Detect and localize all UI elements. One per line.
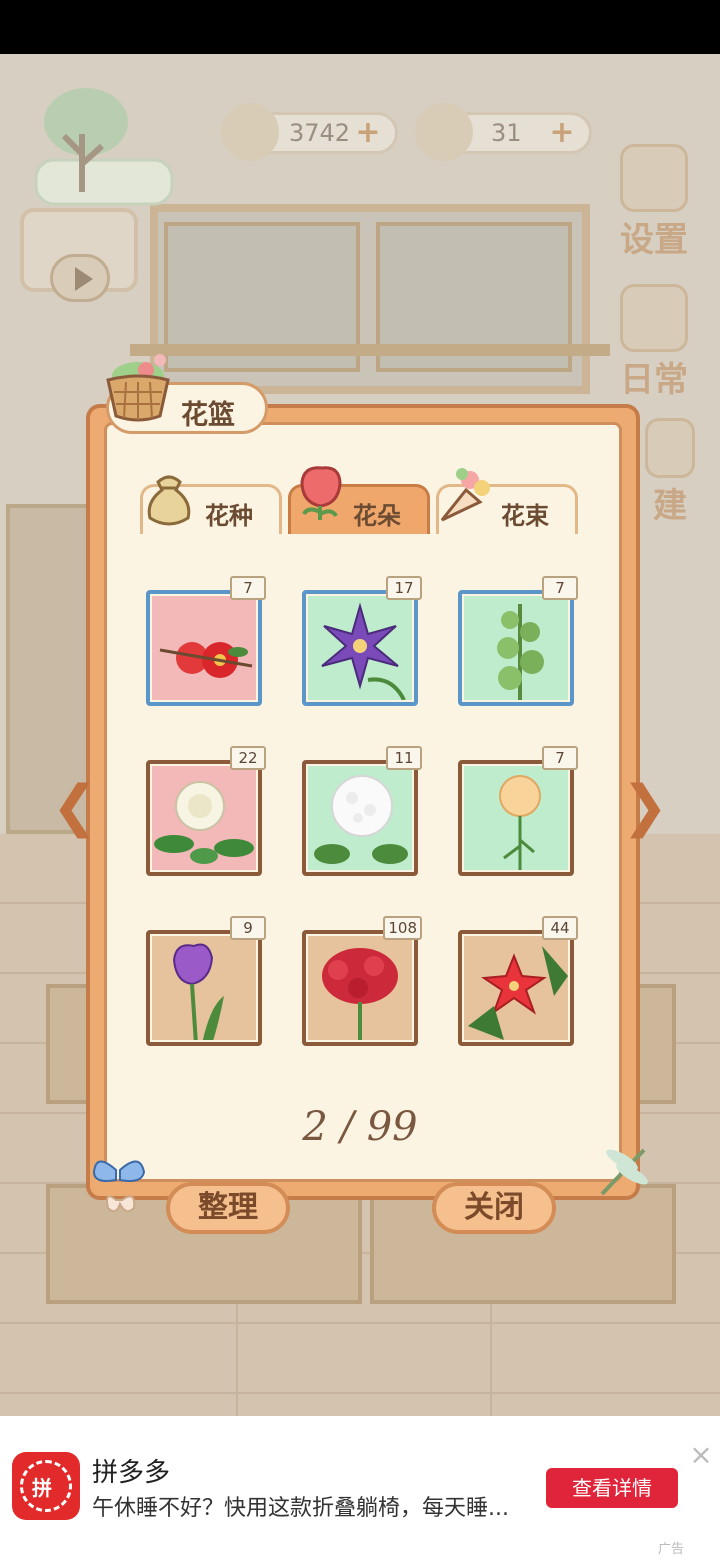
basket-icon bbox=[102, 350, 174, 426]
fish-bone-icon bbox=[221, 103, 279, 161]
build-button[interactable]: 建 bbox=[640, 418, 700, 527]
flower-card[interactable]: 7 bbox=[458, 576, 578, 706]
flower-count-badge: 9 bbox=[230, 916, 266, 940]
cheese-icon bbox=[415, 103, 473, 161]
red-camellia-icon bbox=[152, 596, 256, 700]
pinduoduo-logo-icon: 拼 bbox=[12, 1452, 80, 1520]
gear-icon bbox=[620, 144, 688, 212]
daily-button[interactable]: 日常 bbox=[614, 284, 694, 401]
build-label: 建 bbox=[653, 486, 687, 526]
purple-clematis-icon bbox=[308, 596, 412, 700]
ad-cta-button[interactable]: 查看详情 bbox=[546, 1468, 678, 1508]
shelf-board bbox=[130, 344, 610, 356]
ad-logo-text: 拼 bbox=[32, 1476, 52, 1500]
flower-count-badge: 7 bbox=[542, 576, 578, 600]
flower-card[interactable]: 7 bbox=[458, 746, 578, 876]
season-logo[interactable] bbox=[24, 74, 174, 214]
page-indicator: 2 / 99 bbox=[302, 1104, 418, 1150]
dialog-title: 花篮 bbox=[181, 400, 235, 431]
ad-title: 拼多多 bbox=[92, 1458, 171, 1488]
white-gardenia-icon bbox=[152, 766, 256, 870]
flower-card[interactable]: 108 bbox=[302, 916, 422, 1046]
bells-of-ireland-icon bbox=[464, 596, 568, 700]
red-celosia-icon bbox=[308, 936, 412, 1040]
bouquet-icon bbox=[436, 462, 494, 524]
flower-count-badge: 17 bbox=[386, 576, 422, 600]
tab-seeds-label: 花种 bbox=[205, 502, 253, 530]
purple-tulip-icon bbox=[152, 936, 256, 1040]
ad-tag: 广告 bbox=[658, 1542, 685, 1557]
ad-close-icon[interactable]: × bbox=[688, 1441, 714, 1469]
settings-button[interactable]: 设置 bbox=[614, 144, 694, 261]
status-bar bbox=[0, 0, 720, 54]
daily-label: 日常 bbox=[620, 360, 688, 400]
flower-card[interactable]: 17 bbox=[302, 576, 422, 706]
add-fish-button[interactable]: + bbox=[353, 118, 383, 149]
hammer-icon bbox=[645, 418, 695, 478]
tab-bouquets-label: 花束 bbox=[501, 502, 549, 530]
flower-card[interactable]: 7 bbox=[146, 576, 266, 706]
rose-icon bbox=[292, 462, 350, 524]
prev-page-arrow[interactable]: ❮ bbox=[48, 779, 102, 835]
close-button[interactable]: 关闭 bbox=[432, 1182, 556, 1234]
peach-carnation-icon bbox=[464, 766, 568, 870]
dragonfly-icon bbox=[592, 1140, 656, 1204]
red-star-flower-icon bbox=[464, 936, 568, 1040]
sort-button[interactable]: 整理 bbox=[166, 1182, 290, 1234]
ad-banner[interactable]: 拼 拼多多 午休睡不好？快用这款折叠躺椅，每天睡... 查看详情 × 广告 bbox=[0, 1416, 720, 1560]
flower-count-badge: 22 bbox=[230, 746, 266, 770]
seed-bag-icon bbox=[140, 468, 198, 530]
fish-currency-pill: 3742 + bbox=[221, 103, 398, 161]
cheese-currency-pill: 31 + bbox=[415, 103, 592, 161]
butterfly-icon bbox=[90, 1150, 150, 1224]
flower-count-badge: 7 bbox=[230, 576, 266, 600]
settings-label: 设置 bbox=[620, 220, 688, 260]
add-cheese-button[interactable]: + bbox=[547, 118, 577, 149]
flower-card[interactable]: 9 bbox=[146, 916, 266, 1046]
flower-count-badge: 44 bbox=[542, 916, 578, 940]
flower-count-badge: 11 bbox=[386, 746, 422, 770]
fish-count: 3742 bbox=[289, 119, 351, 147]
flower-count-badge: 7 bbox=[542, 746, 578, 770]
video-ad-button[interactable] bbox=[20, 208, 138, 302]
ad-description: 午休睡不好？快用这款折叠躺椅，每天睡... bbox=[92, 1496, 509, 1521]
play-circle bbox=[50, 254, 110, 302]
cheese-count: 31 bbox=[491, 119, 522, 147]
next-page-arrow[interactable]: ❯ bbox=[618, 779, 672, 835]
play-icon bbox=[75, 267, 93, 291]
wall-shelf bbox=[150, 204, 590, 394]
flower-card[interactable]: 11 bbox=[302, 746, 422, 876]
tab-flowers-label: 花朵 bbox=[353, 502, 401, 530]
white-hydrangea-icon bbox=[308, 766, 412, 870]
flower-card[interactable]: 22 bbox=[146, 746, 266, 876]
notice-board-icon bbox=[620, 284, 688, 352]
flower-count-badge: 108 bbox=[383, 916, 422, 940]
flower-card[interactable]: 44 bbox=[458, 916, 578, 1046]
